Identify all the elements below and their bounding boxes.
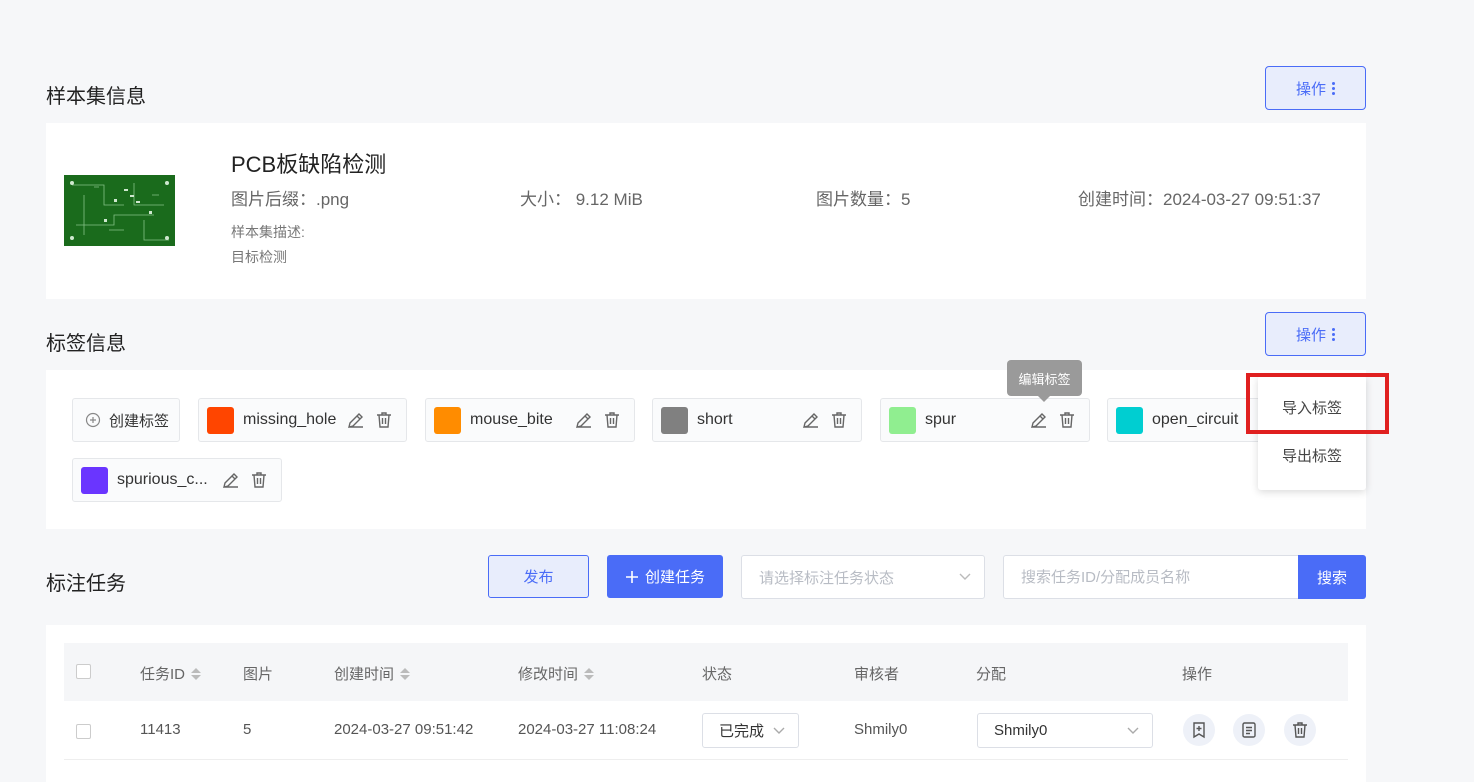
label-color-swatch xyxy=(661,406,688,434)
row-divider xyxy=(64,759,1348,760)
label-color-swatch xyxy=(207,406,234,434)
trash-icon[interactable] xyxy=(829,410,849,430)
task-status-placeholder: 请选择标注任务状态 xyxy=(759,569,895,587)
edit-icon[interactable] xyxy=(221,470,241,490)
row-status-value: 已完成 xyxy=(719,723,765,740)
create-label-button[interactable]: 创建标签 xyxy=(72,398,180,442)
trash-icon[interactable] xyxy=(374,410,394,430)
row-task-id: 11413 xyxy=(140,721,181,738)
dataset-desc-label: 样本集描述: xyxy=(231,224,305,240)
label-chip: spurious_c... xyxy=(72,458,282,502)
column-header-assign: 分配 xyxy=(976,666,1007,683)
select-all-checkbox[interactable] xyxy=(76,664,91,679)
plus-circle-icon xyxy=(85,412,101,428)
label-action-button[interactable]: 操作 xyxy=(1265,312,1366,356)
dataset-action-button[interactable]: 操作 xyxy=(1265,66,1366,110)
row-modified-time: 2024-03-27 11:08:24 xyxy=(518,721,657,738)
label-name: mouse_bite xyxy=(470,411,553,428)
publish-button[interactable]: 发布 xyxy=(488,555,589,598)
chevron-down-icon xyxy=(773,727,785,734)
label-color-swatch xyxy=(434,406,461,434)
label-color-swatch xyxy=(1116,406,1143,434)
dataset-section-title: 样本集信息 xyxy=(46,86,146,108)
chevron-down-icon xyxy=(1127,727,1139,734)
label-chip: mouse_bite xyxy=(425,398,635,442)
label-card: 创建标签 missing_hole mouse_bite short spur xyxy=(46,370,1366,529)
label-chip: spur xyxy=(880,398,1090,442)
edit-icon[interactable] xyxy=(1029,410,1049,430)
row-status-select[interactable]: 已完成 xyxy=(702,713,799,748)
more-vertical-icon xyxy=(1332,327,1335,341)
label-name: missing_hole xyxy=(243,411,337,428)
create-label-text: 创建标签 xyxy=(109,412,170,430)
dataset-thumbnail xyxy=(64,175,175,246)
label-name: spur xyxy=(925,411,957,428)
details-list-icon[interactable] xyxy=(1233,714,1265,746)
column-header-id[interactable]: 任务ID xyxy=(140,663,202,684)
dataset-size: 大小： 9.12 MiB xyxy=(520,190,643,209)
dataset-created-time: 创建时间：2024-03-27 09:51:37 xyxy=(1078,190,1321,209)
label-color-swatch xyxy=(81,466,108,494)
trash-icon[interactable] xyxy=(1057,410,1077,430)
column-header-status: 状态 xyxy=(702,666,733,683)
row-assign-select[interactable]: Shmily0 xyxy=(977,713,1153,748)
label-chip: missing_hole xyxy=(198,398,407,442)
dataset-action-label: 操作 xyxy=(1295,80,1326,98)
chevron-down-icon xyxy=(959,573,971,580)
edit-icon[interactable] xyxy=(346,410,366,430)
plus-icon xyxy=(625,570,638,583)
trash-icon[interactable] xyxy=(1284,714,1316,746)
annotate-bookmark-icon[interactable] xyxy=(1183,714,1215,746)
row-created-time: 2024-03-27 09:51:42 xyxy=(334,721,474,738)
dataset-suffix: 图片后缀：.png xyxy=(231,190,350,209)
create-task-label: 创建任务 xyxy=(644,569,705,586)
label-action-label: 操作 xyxy=(1295,326,1326,344)
sort-icon xyxy=(191,667,202,680)
more-vertical-icon xyxy=(1332,81,1335,95)
label-chip: open_circuit xyxy=(1107,398,1267,442)
trash-icon[interactable] xyxy=(602,410,622,430)
edit-icon[interactable] xyxy=(574,410,594,430)
column-header-images: 图片 xyxy=(243,666,274,683)
row-reviewer: Shmily0 xyxy=(854,721,908,738)
label-name: short xyxy=(697,411,733,428)
trash-icon[interactable] xyxy=(249,470,269,490)
column-header-reviewer: 审核者 xyxy=(854,666,900,683)
task-section-title: 标注任务 xyxy=(46,573,126,595)
dataset-name: PCB板缺陷检测 xyxy=(231,152,387,177)
dataset-card: PCB板缺陷检测 图片后缀：.png 大小： 9.12 MiB 图片数量：5 创… xyxy=(46,123,1366,299)
label-color-swatch xyxy=(889,406,916,434)
row-image-count: 5 xyxy=(243,721,252,738)
create-task-button[interactable]: 创建任务 xyxy=(607,555,723,598)
dataset-image-count: 图片数量：5 xyxy=(816,190,911,209)
column-header-created[interactable]: 创建时间 xyxy=(334,663,411,684)
highlight-box xyxy=(1246,373,1389,434)
edit-label-tooltip: 编辑标签 xyxy=(1007,360,1082,402)
task-search-input[interactable] xyxy=(1003,555,1299,599)
label-section-title: 标签信息 xyxy=(46,333,126,355)
row-checkbox[interactable] xyxy=(76,724,91,739)
sort-icon xyxy=(400,667,411,680)
task-status-select[interactable]: 请选择标注任务状态 xyxy=(741,555,985,599)
sort-icon xyxy=(584,667,595,680)
column-header-actions: 操作 xyxy=(1182,666,1213,683)
export-labels-menu-item[interactable]: 导出标签 xyxy=(1258,445,1366,466)
column-header-modified[interactable]: 修改时间 xyxy=(518,663,595,684)
dataset-desc-value: 目标检测 xyxy=(231,249,287,265)
edit-icon[interactable] xyxy=(801,410,821,430)
search-button[interactable]: 搜索 xyxy=(1298,555,1366,599)
label-name: open_circuit xyxy=(1152,411,1239,428)
label-chip: short xyxy=(652,398,862,442)
row-assign-value: Shmily0 xyxy=(994,722,1048,739)
label-name: spurious_c... xyxy=(117,471,208,488)
task-table-header: 任务ID 图片 创建时间 修改时间 状态 审核者 分配 操作 xyxy=(64,643,1348,701)
